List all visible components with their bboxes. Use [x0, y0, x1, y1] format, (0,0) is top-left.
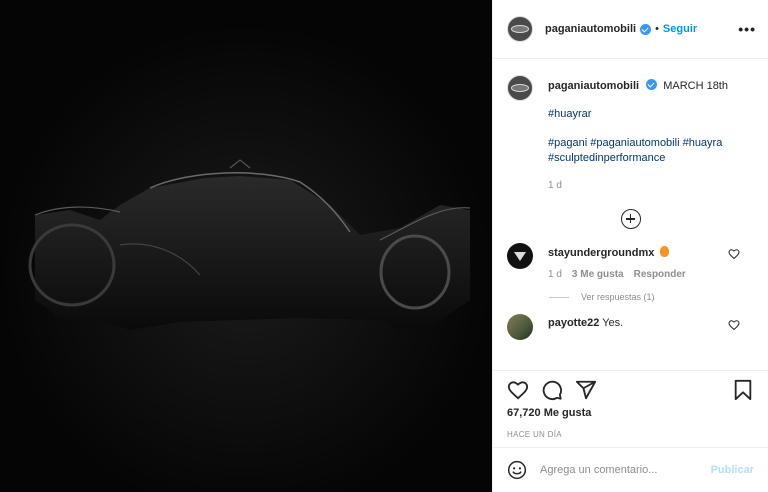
hashtag-list: #pagani #paganiautomobili #huayra #sculp… [548, 136, 754, 166]
verified-badge-icon [646, 79, 658, 90]
pagani-logo-icon [511, 84, 529, 92]
comment-icon[interactable] [541, 379, 563, 401]
comment-username[interactable]: payotte22 [548, 317, 599, 329]
post-side-panel: paganiautomobili • Seguir ••• paganiauto… [492, 0, 768, 492]
triangle-logo-icon [514, 251, 526, 261]
view-replies-button[interactable]: Ver respuestas (1) [549, 292, 754, 302]
car-silhouette-image [0, 0, 492, 492]
profile-avatar[interactable] [507, 16, 533, 42]
share-icon[interactable] [575, 379, 597, 401]
post-image[interactable] [0, 0, 492, 492]
post-header: paganiautomobili • Seguir ••• [493, 0, 768, 59]
likes-count[interactable]: 67,720 Me gusta [507, 407, 754, 419]
comment-item: stayundergroundmx 1 d 3 Me gusta Respond… [507, 243, 754, 280]
verified-badge-icon [640, 23, 652, 35]
hashtag-link[interactable]: #paganiautomobili [590, 137, 679, 149]
hashtag-link[interactable]: #pagani [548, 137, 587, 149]
caption-username[interactable]: paganiautomobili [548, 80, 639, 92]
view-replies-label: Ver respuestas (1) [581, 292, 655, 302]
hashtag-link[interactable]: #huayra [683, 137, 723, 149]
post-time-ago[interactable]: HACE UN DÍA [507, 430, 754, 439]
load-more-comments[interactable] [507, 209, 754, 229]
comment-age[interactable]: 1 d [548, 269, 562, 280]
comment-text: Yes. [602, 317, 624, 329]
commenter-avatar[interactable] [507, 314, 533, 340]
comment-item: payotte22 Yes. [507, 314, 754, 340]
reply-button[interactable]: Responder [634, 269, 686, 280]
caption-avatar[interactable] [507, 75, 533, 101]
replies-divider [549, 296, 569, 298]
separator-dot: • [655, 23, 659, 35]
add-comment-bar: Publicar [493, 447, 768, 492]
username-link[interactable]: paganiautomobili [545, 23, 636, 35]
commenter-avatar[interactable] [507, 243, 533, 269]
heart-icon[interactable] [507, 379, 529, 401]
publish-button[interactable]: Publicar [711, 464, 754, 476]
like-comment-heart-icon[interactable] [728, 248, 740, 260]
caption-age: 1 d [548, 180, 562, 191]
emoji-icon[interactable] [507, 460, 527, 480]
like-comment-heart-icon[interactable] [728, 319, 740, 331]
caption-date: MARCH 18th [663, 80, 728, 92]
caption: paganiautomobili MARCH 18th #huayrar #pa… [507, 75, 754, 193]
hashtag-link[interactable]: #sculptedinperformance [548, 151, 754, 166]
hashtag-link[interactable]: #huayrar [548, 107, 754, 122]
fire-emoji-icon [660, 246, 670, 257]
action-icons [507, 379, 754, 401]
more-options-icon[interactable]: ••• [738, 21, 756, 37]
comment-username[interactable]: stayundergroundmx [548, 247, 654, 259]
follow-button[interactable]: Seguir [663, 23, 697, 35]
comment-likes[interactable]: 3 Me gusta [572, 269, 624, 280]
comments-section[interactable]: paganiautomobili MARCH 18th #huayrar #pa… [493, 59, 768, 370]
plus-circle-icon[interactable] [620, 209, 641, 229]
pagani-logo-icon [511, 25, 529, 33]
bookmark-icon[interactable] [732, 379, 754, 401]
comment-input[interactable] [540, 464, 711, 476]
